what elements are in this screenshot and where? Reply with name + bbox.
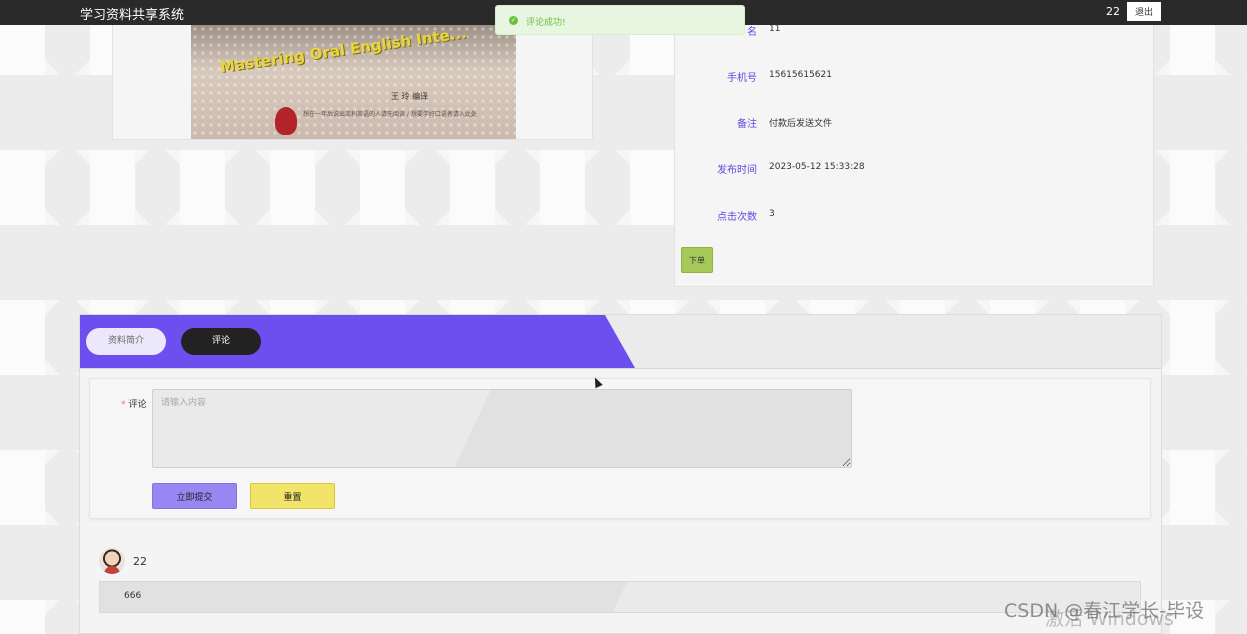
avatar bbox=[99, 548, 125, 574]
tab-bar: 资料简介 评论 bbox=[80, 315, 1161, 369]
reset-button[interactable]: 重置 bbox=[250, 483, 335, 509]
info-row-remark: 备注 付款后发送文件 bbox=[675, 115, 1155, 131]
cover-author: 王 玲 编译 bbox=[391, 92, 429, 101]
order-button[interactable]: 下单 bbox=[681, 247, 713, 273]
info-row-publish-time: 发布时间 2023-05-12 15:33:28 bbox=[675, 161, 1155, 177]
info-value: 15615615621 bbox=[769, 70, 832, 80]
comment-field-label: * 评论 bbox=[121, 397, 147, 410]
current-username[interactable]: 22 bbox=[1106, 5, 1120, 18]
avatar-body bbox=[104, 566, 120, 574]
cover-figure-illustration bbox=[275, 107, 297, 135]
toast-message: 评论成功! bbox=[526, 18, 566, 28]
tab-material-intro[interactable]: 资料简介 bbox=[86, 328, 166, 355]
check-circle-icon: ✓ bbox=[509, 16, 518, 25]
comment-content: 666 bbox=[99, 581, 1141, 613]
info-row-phone: 手机号 15615615621 bbox=[675, 69, 1155, 85]
info-key: 点击次数 bbox=[717, 212, 757, 223]
info-key: 名 bbox=[747, 27, 757, 38]
comment-text: 666 bbox=[124, 591, 142, 601]
comment-item: 22 666 bbox=[99, 548, 1142, 628]
info-value: 11 bbox=[769, 24, 781, 34]
required-mark: * bbox=[121, 400, 126, 410]
comment-textarea[interactable] bbox=[152, 389, 852, 468]
info-key: 发布时间 bbox=[717, 165, 757, 176]
info-value: 付款后发送文件 bbox=[769, 119, 833, 129]
cover-fine-print: 想在一年后说出流利英语的人请先阅读 / 想要学好口语者请入此处 bbox=[303, 111, 477, 118]
detail-section: 资料简介 评论 *评论 立即提交 重置 22 666 bbox=[79, 314, 1162, 634]
info-key: 手机号 bbox=[727, 73, 757, 84]
info-row-click-count: 点击次数 3 bbox=[675, 208, 1155, 224]
submit-button[interactable]: 立即提交 bbox=[152, 483, 237, 509]
info-key: 备注 bbox=[737, 119, 757, 130]
comment-form: *评论 立即提交 重置 bbox=[89, 378, 1151, 519]
material-image-panel: Mastering Oral English Inte... 王 玲 编译 想在… bbox=[112, 25, 593, 140]
material-info-panel: 名 11 手机号 15615615621 备注 付款后发送文件 发布时间 202… bbox=[674, 23, 1155, 287]
book-cover-image: Mastering Oral English Inte... 王 玲 编译 想在… bbox=[191, 25, 516, 139]
comment-label-text: 评论 bbox=[128, 400, 147, 410]
info-value: 2023-05-12 15:33:28 bbox=[769, 162, 865, 172]
info-row-name: 名 11 bbox=[675, 23, 1155, 39]
app-title: 学习资料共享系统 bbox=[80, 8, 185, 23]
csdn-watermark: CSDN @春江学长-毕设 bbox=[1004, 600, 1205, 622]
logout-button[interactable]: 退出 bbox=[1127, 2, 1161, 21]
comment-username: 22 bbox=[133, 555, 147, 568]
tab-comments[interactable]: 评论 bbox=[181, 328, 261, 355]
success-toast: ✓ 评论成功! bbox=[495, 5, 745, 35]
info-value: 3 bbox=[769, 209, 775, 219]
